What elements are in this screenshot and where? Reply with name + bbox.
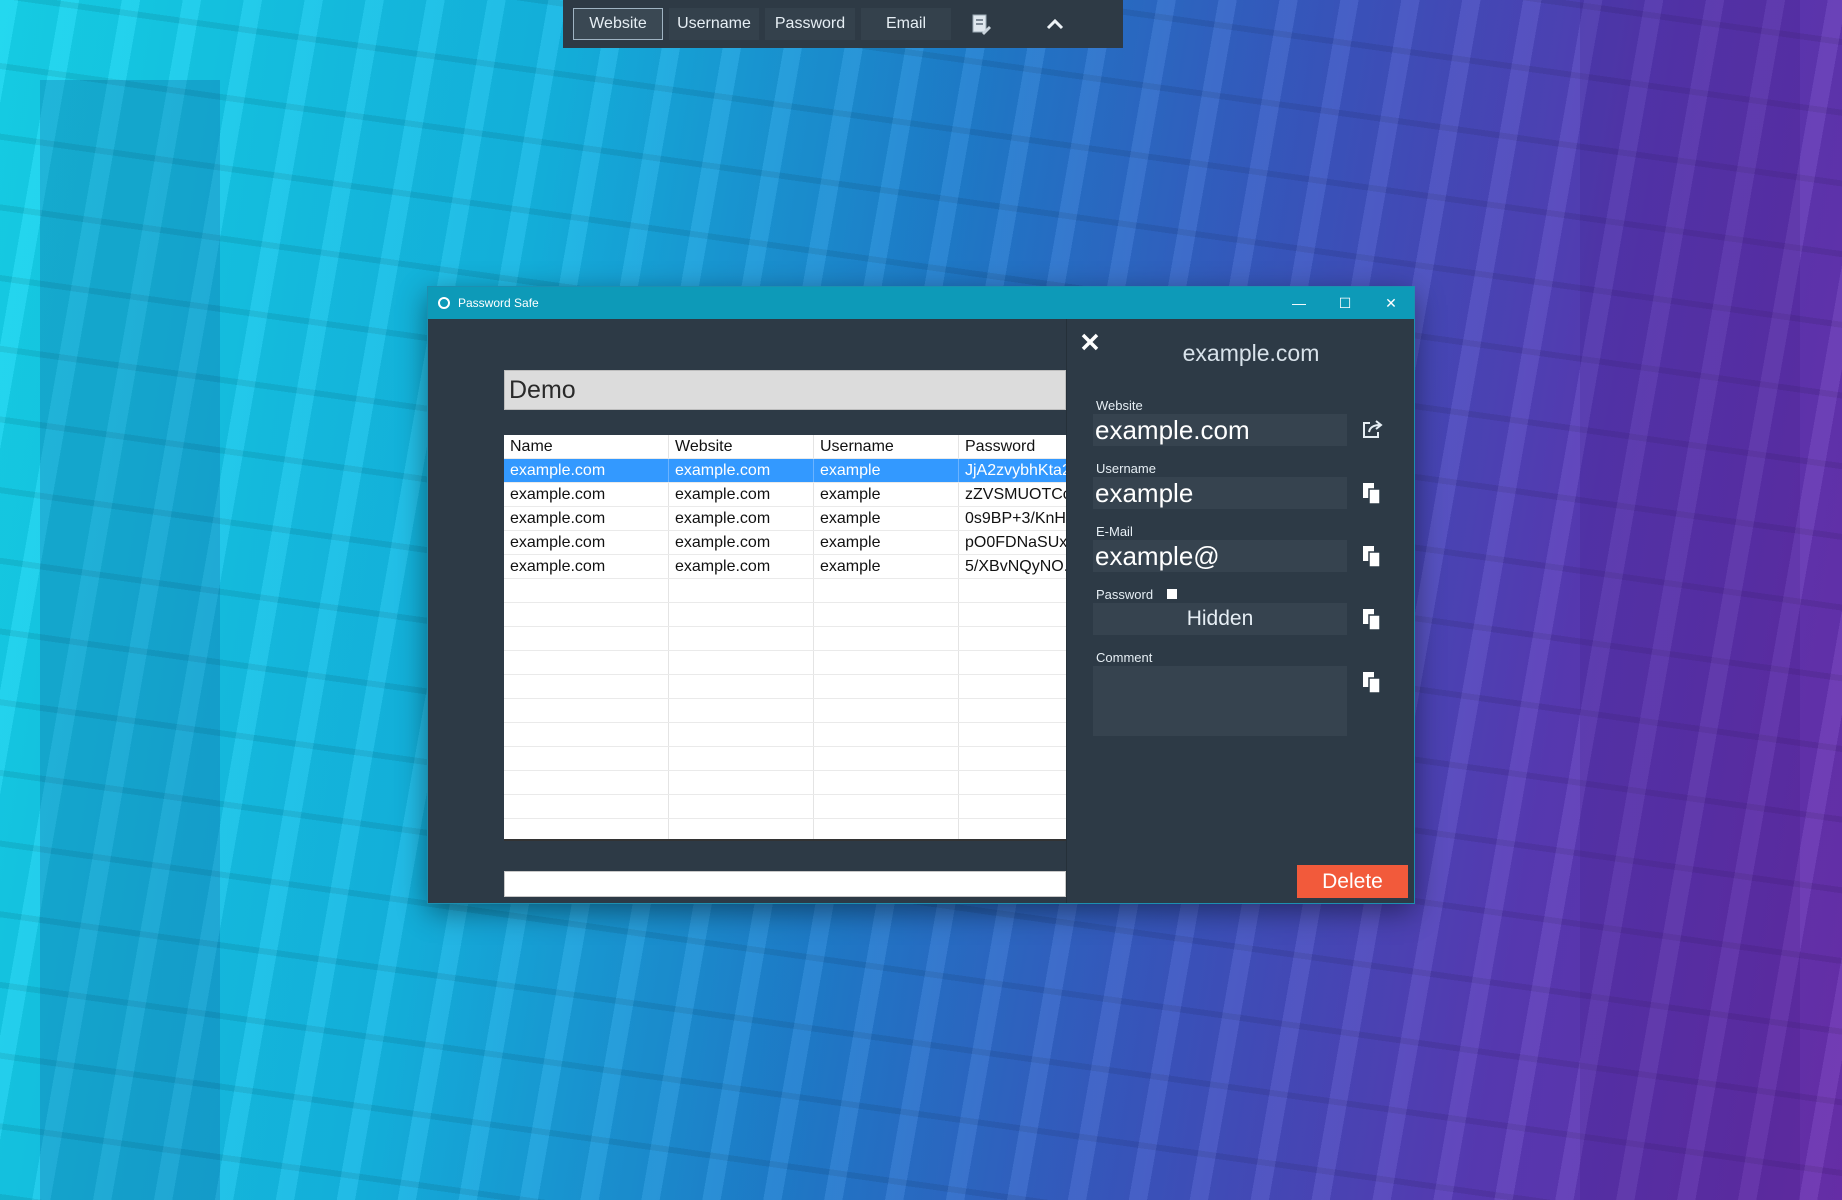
cell-name: example.com	[504, 555, 669, 578]
cell-password: pO0FDNaSUx	[965, 534, 1066, 551]
website-field[interactable]: example.com	[1093, 414, 1347, 446]
cell-website: example.com	[669, 459, 814, 482]
close-window-button[interactable]: ✕	[1368, 287, 1414, 319]
empty-row	[504, 675, 1066, 699]
window-title: Password Safe	[458, 296, 539, 310]
table-row[interactable]: example.com example.com example pO0FDNaS…	[504, 531, 1066, 555]
toolbar-email-button[interactable]: Email	[861, 8, 951, 40]
clipboard-fill-icon[interactable]	[957, 8, 1005, 40]
empty-row	[504, 819, 1066, 839]
cell-username: example	[814, 507, 959, 530]
open-link-icon[interactable]	[1357, 415, 1387, 445]
empty-row	[504, 747, 1066, 771]
quick-search-input[interactable]	[504, 871, 1066, 897]
column-header-username[interactable]: Username	[814, 435, 959, 458]
email-field[interactable]: example@	[1093, 540, 1347, 572]
minimize-button[interactable]: —	[1276, 287, 1322, 319]
delete-button[interactable]: Delete	[1297, 865, 1408, 898]
empty-row	[504, 579, 1066, 603]
cell-name: example.com	[504, 483, 669, 506]
email-label: E-Mail	[1096, 524, 1133, 539]
copy-icon[interactable]	[1357, 604, 1387, 634]
cell-username: example	[814, 459, 959, 482]
password-field[interactable]: Hidden	[1093, 603, 1347, 635]
entry-detail-panel: example.com Website example.com Username…	[1066, 319, 1414, 903]
empty-row	[504, 603, 1066, 627]
cell-username: example	[814, 555, 959, 578]
cell-website: example.com	[669, 531, 814, 554]
table-row[interactable]: example.com example.com example 0s9BP+3/…	[504, 507, 1066, 531]
empty-row	[504, 771, 1066, 795]
password-safe-window: Password Safe — ☐ ✕ Demo Name Website Us…	[428, 287, 1414, 903]
cell-website: example.com	[669, 507, 814, 530]
cell-username: example	[814, 531, 959, 554]
copy-icon[interactable]	[1357, 541, 1387, 571]
background-building	[1580, 0, 1800, 1200]
toolbar-password-button[interactable]: Password	[765, 8, 855, 40]
copy-icon[interactable]	[1357, 478, 1387, 508]
detail-title: example.com	[1182, 340, 1320, 366]
cell-name: example.com	[504, 531, 669, 554]
username-label: Username	[1096, 461, 1156, 476]
maximize-button[interactable]: ☐	[1322, 287, 1368, 319]
empty-row	[504, 699, 1066, 723]
username-field[interactable]: example	[1093, 477, 1347, 509]
cell-website: example.com	[669, 483, 814, 506]
copy-icon[interactable]	[1357, 667, 1387, 697]
empty-row	[504, 795, 1066, 819]
comment-label: Comment	[1096, 650, 1153, 665]
cell-website: example.com	[669, 555, 814, 578]
cell-name: example.com	[504, 459, 669, 482]
website-label: Website	[1096, 398, 1143, 413]
column-header-password[interactable]: Password	[959, 435, 1066, 458]
column-header-name[interactable]: Name	[504, 435, 669, 458]
empty-row	[504, 627, 1066, 651]
comment-field[interactable]	[1093, 666, 1347, 736]
cell-password: 0s9BP+3/KnH	[965, 510, 1066, 527]
window-titlebar[interactable]: Password Safe — ☐ ✕	[428, 287, 1414, 319]
background-building	[40, 80, 220, 1200]
table-row[interactable]: example.com example.com example zZVSMUOT…	[504, 483, 1066, 507]
entries-table[interactable]: Name Website Username Password example.c…	[504, 435, 1066, 841]
entries-area: Demo Name Website Username Password exam…	[428, 319, 1066, 903]
cell-name: example.com	[504, 507, 669, 530]
table-row[interactable]: example.com example.com example JjA2zvyb…	[504, 459, 1066, 483]
table-header: Name Website Username Password	[504, 435, 1066, 459]
empty-row	[504, 651, 1066, 675]
toolbar-website-button[interactable]: Website	[573, 8, 663, 40]
column-header-website[interactable]: Website	[669, 435, 814, 458]
cell-username: example	[814, 483, 959, 506]
toolbar-username-button[interactable]: Username	[669, 8, 759, 40]
app-logo-icon	[438, 297, 450, 309]
quick-fill-toolbar: Website Username Password Email	[563, 0, 1123, 48]
password-label: Password	[1096, 587, 1154, 602]
table-row[interactable]: example.com example.com example 5/XBvNQy…	[504, 555, 1066, 579]
list-title[interactable]: Demo	[504, 370, 1066, 410]
cell-password: 5/XBvNQyNO.	[965, 558, 1066, 575]
show-password-checkbox[interactable]	[1167, 589, 1177, 599]
cell-password: zZVSMUOTCc	[965, 486, 1066, 503]
cell-password: JjA2zvybhKta2	[965, 462, 1066, 479]
empty-row	[504, 723, 1066, 747]
chevron-up-icon[interactable]	[1035, 8, 1075, 40]
